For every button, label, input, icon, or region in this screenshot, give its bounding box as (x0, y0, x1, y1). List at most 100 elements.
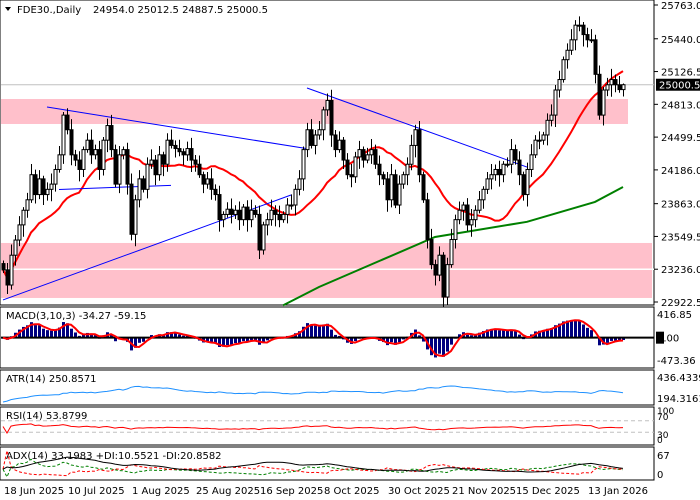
macd-histogram-bar (314, 325, 317, 338)
candle-body (33, 174, 38, 196)
price-tick-label: 24813.0 (661, 100, 700, 111)
macd-tick-label: 0.00 (657, 334, 679, 345)
candle-body (453, 219, 458, 241)
adx-label: ADX(14) 33.1983 +DI:10.5521 -DI:20.8582 (6, 451, 222, 462)
candle-body (177, 148, 182, 153)
candle-body (53, 168, 58, 185)
macd-histogram-bar (590, 330, 593, 338)
candle-body (221, 213, 226, 221)
candle-body (389, 174, 394, 201)
candle-body (5, 269, 10, 286)
candle-body (169, 139, 174, 146)
candle-body (249, 209, 254, 221)
macd-label: MACD(3,10,3) -34.27 -59.15 (6, 311, 146, 322)
macd-histogram-bar (310, 325, 313, 338)
candle-body (401, 174, 406, 185)
macd-panel[interactable]: MACD(3,10,3) -34.27 -59.15 416.85 0.00 -473… (0, 306, 696, 369)
candle-body (377, 163, 382, 176)
atr-plot-area[interactable] (0, 369, 655, 406)
candle-body (393, 174, 398, 206)
symbol-label: FDE30.,Daily (17, 5, 81, 16)
candle-body (461, 204, 466, 211)
candle-body (125, 149, 130, 185)
candle-body (489, 174, 494, 180)
candle-body (361, 149, 366, 161)
candle-body (165, 139, 170, 165)
date-tick-label: 8 Oct 2025 (324, 486, 379, 497)
candle-body (545, 119, 550, 136)
candle-body (225, 208, 230, 215)
candle-body (369, 149, 374, 156)
macd-histogram-bar (226, 337, 229, 346)
candle-body (605, 84, 610, 91)
candle-body (481, 188, 486, 201)
rsi-tick-label: 0 (657, 436, 663, 446)
adx-panel[interactable]: ADX(14) 33.1983 +DI:10.5521 -DI:20.8582 6… (0, 446, 670, 481)
candle-body (281, 213, 286, 221)
macd-histogram-bar (318, 326, 321, 338)
rsi-tick-label: 70 (657, 413, 669, 423)
rsi-panel[interactable]: RSI(14) 53.8799 10070300 (0, 406, 674, 446)
macd-histogram-bar (502, 330, 505, 338)
date-tick-label: 30 Oct 2025 (388, 486, 450, 497)
candle-body (521, 174, 526, 196)
main-price-panel[interactable]: 25763.0 25440.0 25126.5 24813.0 24499.5 24186… (0, 0, 700, 309)
candle-body (209, 178, 214, 190)
candle-body (57, 154, 62, 170)
candle-body (81, 149, 86, 170)
candle-body (381, 174, 386, 180)
candle-body (613, 79, 618, 86)
candle-body (385, 178, 390, 201)
candle-body (113, 149, 118, 185)
candle-body (241, 206, 246, 221)
candle-body (289, 204, 294, 207)
candle-body (353, 156, 358, 178)
candle-body (129, 183, 134, 235)
price-tick-label: 23863.0 (661, 200, 700, 211)
price-tick-label: 25763.0 (661, 1, 700, 12)
candle-body (173, 144, 178, 150)
macd-histogram-bar (582, 324, 585, 338)
candle-body (329, 99, 334, 136)
atr-tick-label: 194.3161 (657, 394, 700, 405)
atr-panel[interactable]: ATR(14) 250.8571 436.4339 194.3161 (0, 369, 700, 406)
macd-histogram-bar (498, 330, 501, 338)
candle-body (485, 178, 490, 190)
trading-chart[interactable]: 25763.0 25440.0 25126.5 24813.0 24499.5 24186… (0, 0, 700, 500)
candle-body (229, 208, 234, 215)
candle-body (457, 209, 462, 221)
candle-body (185, 148, 190, 156)
candle-body (589, 39, 594, 42)
candle-body (1, 263, 6, 271)
candle-body (561, 59, 566, 81)
candle-body (437, 254, 442, 276)
candle-body (365, 154, 370, 161)
candle-body (541, 134, 546, 141)
macd-histogram-bar (70, 328, 73, 338)
candle-body (253, 209, 258, 215)
candle-body (233, 209, 238, 215)
candle-body (65, 114, 70, 131)
candle-body (517, 159, 522, 176)
candle-body (509, 149, 514, 165)
candle-body (433, 264, 438, 276)
candle-body (409, 144, 414, 165)
candle-body (593, 39, 598, 75)
macd-histogram-bar (450, 337, 453, 345)
price-tick-label: 23236.0 (661, 265, 700, 276)
candle-body (349, 174, 354, 178)
macd-histogram-bar (442, 337, 445, 357)
candle-body (465, 204, 470, 226)
candle-body (205, 178, 210, 185)
candle-body (549, 114, 554, 121)
candle-body (429, 239, 434, 266)
macd-histogram-bar (38, 325, 41, 338)
candle-body (21, 209, 26, 226)
candle-body (617, 84, 622, 91)
support-resistance-zone (1, 242, 652, 298)
current-price-label: 25000.5 (659, 81, 700, 92)
candle-body (61, 114, 66, 156)
candle-body (501, 163, 506, 176)
candle-body (157, 154, 162, 176)
candle-body (577, 24, 582, 27)
